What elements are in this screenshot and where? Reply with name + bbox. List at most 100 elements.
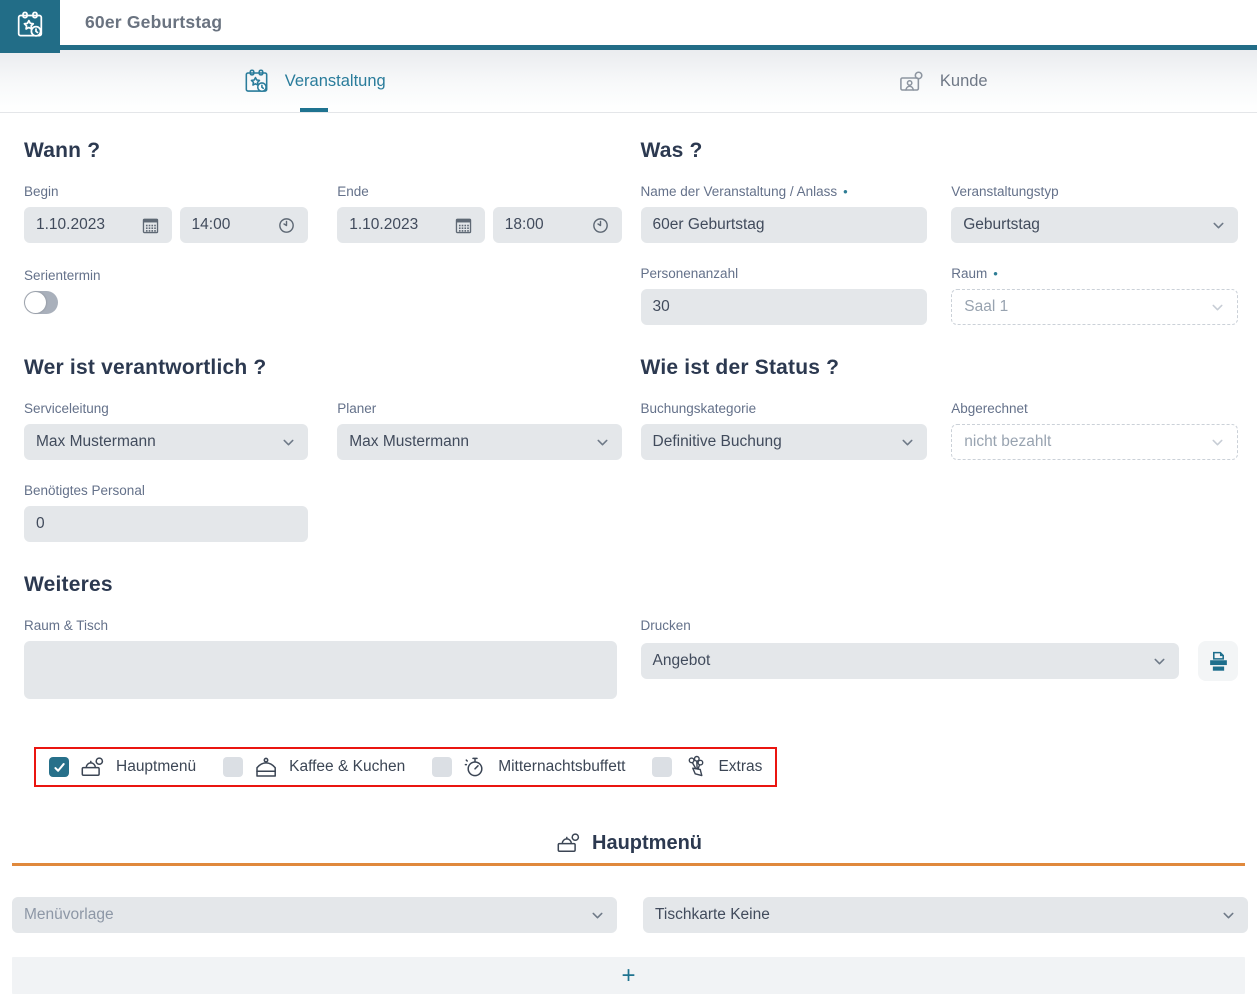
hauptmenu-section-title: Hauptmenü	[592, 830, 702, 856]
extras-checkbox[interactable]	[652, 757, 672, 777]
section-title-wann: Wann ?	[24, 138, 622, 163]
chevron-down-icon	[281, 435, 296, 450]
drucken-select[interactable]: Angebot	[641, 643, 1180, 679]
event-name-input[interactable]: 60er Geburtstag	[641, 207, 928, 243]
event-form: Wann ? Begin 1.10.2023	[0, 113, 1257, 787]
chevron-down-icon	[595, 435, 610, 450]
tischkarte-select[interactable]: Tischkarte Keine	[643, 897, 1248, 933]
print-button[interactable]	[1198, 641, 1238, 681]
veranstaltungstyp-value: Geburtstag	[963, 216, 1040, 234]
begin-date-value: 1.10.2023	[36, 216, 105, 234]
app-header: 60er Geburtstag	[0, 0, 1257, 50]
tab-label: Veranstaltung	[285, 72, 386, 91]
customer-icon	[898, 68, 925, 95]
planer-select[interactable]: Max Mustermann	[337, 424, 621, 460]
chevron-down-icon	[1210, 435, 1225, 450]
begin-date-input[interactable]: 1.10.2023	[24, 207, 172, 243]
serviceleitung-label: Serviceleitung	[24, 401, 308, 417]
cake-icon	[253, 755, 279, 780]
serientermin-toggle[interactable]	[24, 291, 58, 314]
section-wann: Wann ? Begin 1.10.2023	[24, 113, 622, 325]
buchungskategorie-value: Definitive Buchung	[653, 433, 782, 451]
event-calendar-icon	[243, 68, 270, 95]
menuevorlage-placeholder: Menüvorlage	[24, 906, 114, 924]
module-label: Mitternachtsbuffett	[498, 758, 625, 776]
tischkarte-value: Tischkarte Keine	[655, 906, 770, 924]
abgerechnet-select[interactable]: nicht bezahlt	[951, 424, 1238, 460]
tab-label: Kunde	[940, 72, 988, 91]
chevron-down-icon	[1221, 908, 1236, 923]
chevron-down-icon	[590, 908, 605, 923]
kaffee-kuchen-checkbox[interactable]	[223, 757, 243, 777]
section-status: Wie ist der Status ? Buchungskategorie D…	[641, 325, 1239, 542]
calendar-icon[interactable]	[141, 216, 160, 235]
personenanzahl-input[interactable]: 30	[641, 289, 928, 325]
begin-time-value: 14:00	[192, 216, 231, 234]
planer-value: Max Mustermann	[349, 433, 469, 451]
mitternachtsbuffett-checkbox[interactable]	[432, 757, 452, 777]
section-weiteres: Weiteres Raum & Tisch	[24, 542, 622, 699]
personal-input[interactable]: 0	[24, 506, 308, 542]
ende-time-value: 18:00	[505, 216, 544, 234]
module-toggle-row: Hauptmenü Kaffee & Kuchen	[34, 747, 777, 787]
begin-label: Begin	[24, 184, 308, 200]
serving-tray-icon	[555, 830, 582, 856]
ende-date-input[interactable]: 1.10.2023	[337, 207, 485, 243]
required-marker: •	[993, 266, 998, 282]
drucken-value: Angebot	[653, 652, 711, 670]
hauptmenu-checkbox[interactable]	[49, 757, 69, 777]
required-marker: •	[843, 184, 848, 200]
active-tab-underline	[300, 108, 328, 112]
stopwatch-icon	[462, 754, 488, 780]
module-extras: Extras	[652, 754, 762, 780]
veranstaltungstyp-select[interactable]: Geburtstag	[951, 207, 1238, 243]
tab-kunde[interactable]: Kunde	[894, 50, 992, 112]
ende-label: Ende	[337, 184, 621, 200]
event-name-value: 60er Geburtstag	[653, 216, 765, 234]
planer-label: Planer	[337, 401, 621, 417]
section-title-weiteres: Weiteres	[24, 572, 622, 597]
chevron-down-icon	[1211, 218, 1226, 233]
clock-icon[interactable]	[277, 216, 296, 235]
abgerechnet-value: nicht bezahlt	[964, 433, 1051, 451]
begin-time-input[interactable]: 14:00	[180, 207, 309, 243]
bouquet-icon	[682, 754, 708, 780]
buchungskategorie-select[interactable]: Definitive Buchung	[641, 424, 928, 460]
personenanzahl-label: Personenanzahl	[641, 266, 928, 282]
add-menu-item-button[interactable]: +	[12, 957, 1245, 994]
buchungskategorie-label: Buchungskategorie	[641, 401, 928, 417]
menuevorlage-select[interactable]: Menüvorlage	[12, 897, 617, 933]
raum-tisch-label: Raum & Tisch	[24, 618, 622, 634]
section-title-verantwortlich: Wer ist verantwortlich ?	[24, 355, 622, 380]
veranstaltungstyp-label: Veranstaltungstyp	[951, 184, 1238, 200]
raum-tisch-textarea[interactable]	[24, 641, 617, 699]
section-verantwortlich: Wer ist verantwortlich ? Serviceleitung …	[24, 325, 622, 542]
personenanzahl-value: 30	[653, 298, 670, 316]
toggle-knob	[25, 292, 46, 313]
module-kaffee-kuchen: Kaffee & Kuchen	[223, 755, 405, 780]
plus-icon: +	[621, 962, 635, 990]
section-drucken: Drucken Angebot	[641, 542, 1239, 699]
module-label: Hauptmenü	[116, 758, 196, 776]
raum-select[interactable]: Saal 1	[951, 289, 1238, 325]
tab-bar: Veranstaltung Kunde	[0, 50, 1257, 113]
chevron-down-icon	[1210, 300, 1225, 315]
printer-icon	[1207, 650, 1230, 673]
name-label: Name der Veranstaltung / Anlass•	[641, 184, 928, 200]
drucken-label: Drucken	[641, 618, 1239, 634]
page-title: 60er Geburtstag	[85, 12, 222, 33]
clock-icon[interactable]	[591, 216, 610, 235]
section-title-was: Was ?	[641, 138, 1239, 163]
section-title-status: Wie ist der Status ?	[641, 355, 1239, 380]
tab-veranstaltung[interactable]: Veranstaltung	[239, 50, 390, 112]
chevron-down-icon	[1152, 654, 1167, 669]
ende-time-input[interactable]: 18:00	[493, 207, 622, 243]
orange-divider	[12, 863, 1245, 866]
module-label: Extras	[718, 758, 762, 776]
serviceleitung-select[interactable]: Max Mustermann	[24, 424, 308, 460]
personal-label: Benötigtes Personal	[24, 483, 308, 499]
raum-label: Raum•	[951, 266, 1238, 282]
ende-date-value: 1.10.2023	[349, 216, 418, 234]
calendar-icon[interactable]	[454, 216, 473, 235]
serving-tray-icon	[79, 754, 106, 780]
